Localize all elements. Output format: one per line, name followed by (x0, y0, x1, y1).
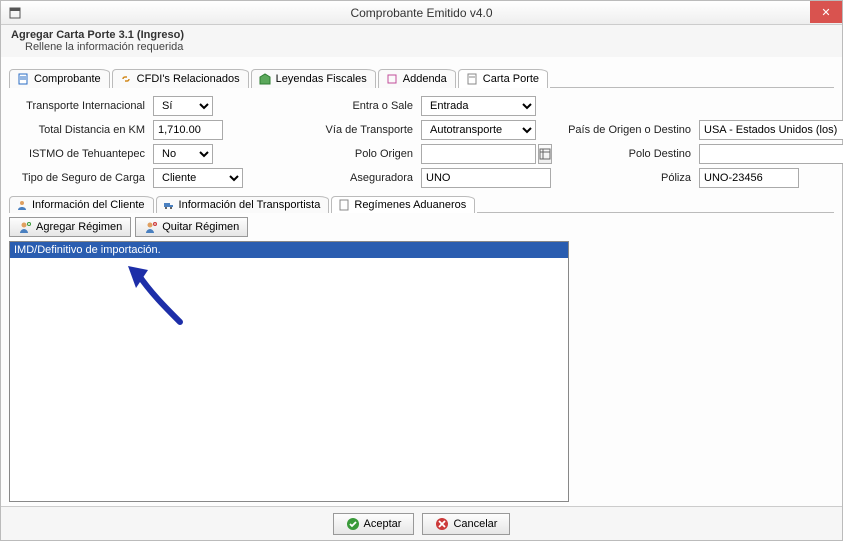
button-label: Quitar Régimen (162, 221, 239, 233)
lookup-icon (539, 148, 551, 160)
regimen-toolbar: Agregar Régimen Quitar Régimen (9, 213, 834, 241)
label-pais-origen: País de Origen o Destino (555, 124, 695, 136)
tab-label: Carta Porte (483, 73, 539, 85)
input-polo-origen[interactable] (421, 144, 536, 164)
list-item[interactable]: IMD/Definitivo de importación. (10, 242, 568, 258)
input-pais-origen[interactable] (699, 120, 843, 140)
subtab-transportista[interactable]: Información del Transportista (156, 196, 330, 213)
tag-icon (258, 72, 272, 86)
window-title: Comprobante Emitido v4.0 (1, 6, 842, 20)
label-via-transporte: Vía de Transporte (317, 124, 417, 136)
form-grid: Transporte Internacional Sí Entra o Sale… (9, 92, 834, 192)
input-polo-destino[interactable] (699, 144, 843, 164)
tab-cfdis[interactable]: CFDI's Relacionados (112, 69, 249, 88)
label-polo-destino: Polo Destino (555, 148, 695, 160)
main-tabstrip: Comprobante CFDI's Relacionados Leyendas… (9, 69, 834, 88)
label-polo-origen: Polo Origen (317, 148, 417, 160)
agregar-regimen-button[interactable]: Agregar Régimen (9, 217, 131, 237)
tab-label: Comprobante (34, 73, 101, 85)
label-istmo: ISTMO de Tehuantepec (9, 148, 149, 160)
tab-comprobante[interactable]: Comprobante (9, 69, 110, 88)
lookup-polo-origen-button[interactable] (538, 144, 552, 164)
tab-label: Leyendas Fiscales (276, 73, 367, 85)
regimenes-list[interactable]: IMD/Definitivo de importación. (9, 241, 569, 502)
close-icon: ✕ (821, 6, 830, 19)
button-label: Cancelar (453, 518, 497, 530)
subtab-label: Información del Transportista (179, 199, 321, 211)
select-istmo[interactable]: No (153, 144, 213, 164)
tab-leyendas[interactable]: Leyendas Fiscales (251, 69, 376, 88)
aceptar-button[interactable]: Aceptar (333, 513, 415, 535)
tab-label: Addenda (403, 73, 447, 85)
header: Agregar Carta Porte 3.1 (Ingreso) Rellen… (1, 25, 842, 57)
select-tipo-seguro[interactable]: Cliente (153, 168, 243, 188)
header-title: Agregar Carta Porte 3.1 (Ingreso) (11, 29, 832, 41)
header-subtitle: Rellene la información requerida (25, 41, 832, 53)
add-user-icon (18, 220, 32, 234)
footer: Aceptar Cancelar (1, 506, 842, 540)
label-poliza: Póliza (555, 172, 695, 184)
label-tipo-seguro: Tipo de Seguro de Carga (9, 172, 149, 184)
subtab-label: Regímenes Aduaneros (354, 199, 466, 211)
cancel-icon (435, 517, 449, 531)
remove-user-icon (144, 220, 158, 234)
label-entra-o-sale: Entra o Sale (317, 100, 417, 112)
check-icon (346, 517, 360, 531)
button-label: Agregar Régimen (36, 221, 122, 233)
cancelar-button[interactable]: Cancelar (422, 513, 510, 535)
tab-addenda[interactable]: Addenda (378, 69, 456, 88)
subtab-regimenes[interactable]: Regímenes Aduaneros (331, 196, 475, 213)
tab-label: CFDI's Relacionados (137, 73, 240, 85)
subtab-cliente[interactable]: Información del Cliente (9, 196, 154, 213)
subtab-label: Información del Cliente (32, 199, 145, 211)
button-label: Aceptar (364, 518, 402, 530)
input-aseguradora[interactable] (421, 168, 551, 188)
annotation-arrow-icon (120, 262, 200, 342)
person-icon (16, 199, 28, 211)
input-total-distancia[interactable] (153, 120, 223, 140)
truck-icon (163, 199, 175, 211)
titlebar: Comprobante Emitido v4.0 ✕ (1, 1, 842, 25)
select-entra-o-sale[interactable]: Entrada (421, 96, 536, 116)
document-icon (338, 199, 350, 211)
label-total-distancia: Total Distancia en KM (9, 124, 149, 136)
label-transporte-internacional: Transporte Internacional (9, 100, 149, 112)
quitar-regimen-button[interactable]: Quitar Régimen (135, 217, 248, 237)
input-poliza[interactable] (699, 168, 799, 188)
close-button[interactable]: ✕ (810, 1, 842, 23)
select-transporte-internacional[interactable]: Sí (153, 96, 213, 116)
clip-icon (385, 72, 399, 86)
document-icon (16, 72, 30, 86)
label-aseguradora: Aseguradora (317, 172, 417, 184)
tab-cartaporte[interactable]: Carta Porte (458, 69, 548, 88)
select-via-transporte[interactable]: Autotransporte (421, 120, 536, 140)
link-icon (119, 72, 133, 86)
sub-tabstrip: Información del Cliente Información del … (9, 196, 834, 213)
document-icon (465, 72, 479, 86)
